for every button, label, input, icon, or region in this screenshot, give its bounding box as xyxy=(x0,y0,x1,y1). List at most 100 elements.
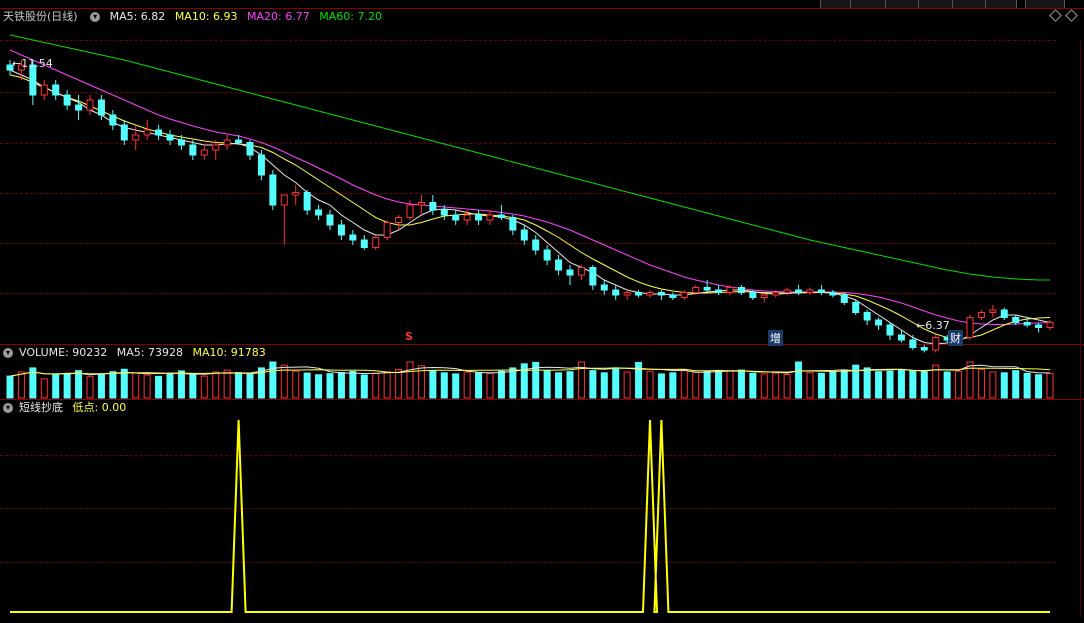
candle-up xyxy=(932,337,940,351)
volume-bar xyxy=(680,370,688,399)
candle-down xyxy=(63,94,71,106)
volume-bar xyxy=(269,361,277,399)
volume-bar xyxy=(703,370,711,399)
candle-up xyxy=(772,292,780,296)
candle-down xyxy=(429,202,437,211)
candle-up xyxy=(989,309,997,313)
candle-up xyxy=(1046,322,1054,328)
indicator-signal-line xyxy=(10,419,1050,613)
volume-bar xyxy=(977,368,985,399)
volume-bar xyxy=(315,374,323,399)
ma5-line xyxy=(9,69,1051,345)
volume-bar xyxy=(463,371,471,399)
volume-bar xyxy=(349,370,357,399)
volume-bar xyxy=(40,378,48,399)
candle-down xyxy=(532,239,540,251)
volume-bar xyxy=(326,373,334,399)
candle-down xyxy=(120,124,128,141)
volume-bar xyxy=(920,371,928,399)
volume-bar xyxy=(692,371,700,399)
volume-bar xyxy=(360,374,368,399)
candle-down xyxy=(475,214,483,221)
candle-down xyxy=(1035,324,1043,328)
volume-bar xyxy=(235,372,243,399)
candle-down xyxy=(497,214,505,218)
candle-down xyxy=(715,289,723,293)
candle-up xyxy=(806,289,814,293)
candle-down xyxy=(909,339,917,348)
volume-bar xyxy=(600,372,608,399)
candle-down xyxy=(543,249,551,261)
volume-bar xyxy=(909,370,917,399)
volume-bar xyxy=(886,370,894,399)
volume-bar xyxy=(452,373,460,399)
volume-bar xyxy=(646,370,654,399)
candle-up xyxy=(40,84,48,96)
volume-bar xyxy=(132,372,140,399)
candle-down xyxy=(635,292,643,296)
volume-bar xyxy=(1000,372,1008,399)
candle-down xyxy=(337,224,345,236)
ma10-line xyxy=(9,74,1051,340)
volume-bar xyxy=(897,369,905,399)
candle-down xyxy=(509,217,517,231)
candle-up xyxy=(726,287,734,293)
volume-bar xyxy=(75,370,83,399)
volume-bar xyxy=(429,370,437,399)
candle-down xyxy=(886,324,894,336)
candle-down xyxy=(315,209,323,216)
volume-bar xyxy=(337,372,345,399)
candle-up xyxy=(132,134,140,141)
candle-up xyxy=(292,192,300,196)
volume-bar xyxy=(143,374,151,399)
candle-down xyxy=(235,139,243,143)
volume-bar xyxy=(657,373,665,399)
candle-down xyxy=(555,259,563,271)
marker-cai[interactable]: 财 xyxy=(948,330,963,346)
volume-bar xyxy=(1012,370,1020,399)
marker-s[interactable]: S xyxy=(405,330,413,343)
volume-bar xyxy=(440,372,448,399)
candle-up xyxy=(646,292,654,296)
candle-down xyxy=(1000,309,1008,318)
candle-up xyxy=(680,292,688,298)
candle-down xyxy=(75,104,83,111)
volume-bar xyxy=(383,371,391,399)
candle-down xyxy=(520,229,528,241)
candle-up xyxy=(383,222,391,238)
candle-up xyxy=(977,312,985,318)
volume-bar xyxy=(840,370,848,399)
volume-bar xyxy=(395,369,403,399)
candle-down xyxy=(269,174,277,206)
volume-bar xyxy=(497,370,505,399)
candle-down xyxy=(737,287,745,293)
volume-bar xyxy=(166,372,174,399)
volume-bar xyxy=(989,371,997,399)
candle-down xyxy=(1023,322,1031,326)
volume-bar xyxy=(543,370,551,399)
candle-down xyxy=(612,289,620,296)
candle-up xyxy=(200,149,208,156)
volume-bar xyxy=(817,372,825,399)
volume-bar xyxy=(177,370,185,399)
volume-bar xyxy=(223,369,231,399)
volume-bar xyxy=(863,367,871,399)
high-price-label: ←11.54 xyxy=(12,57,53,70)
volume-bar xyxy=(612,367,620,399)
marker-zeng[interactable]: 增 xyxy=(768,330,783,346)
low-price-label: ←6.37 xyxy=(916,319,950,332)
candle-up xyxy=(486,214,494,221)
volume-bar xyxy=(486,372,494,399)
candle-down xyxy=(852,302,860,313)
volume-bar xyxy=(303,372,311,399)
candle-down xyxy=(52,84,60,96)
candle-down xyxy=(155,129,163,136)
volume-bar xyxy=(97,373,105,399)
volume-bar xyxy=(772,372,780,399)
volume-bar xyxy=(715,369,723,399)
volume-bar xyxy=(566,371,574,399)
candle-up xyxy=(692,287,700,293)
candle-up xyxy=(223,139,231,146)
ma60-line xyxy=(9,34,1050,281)
candle-up xyxy=(372,237,380,248)
